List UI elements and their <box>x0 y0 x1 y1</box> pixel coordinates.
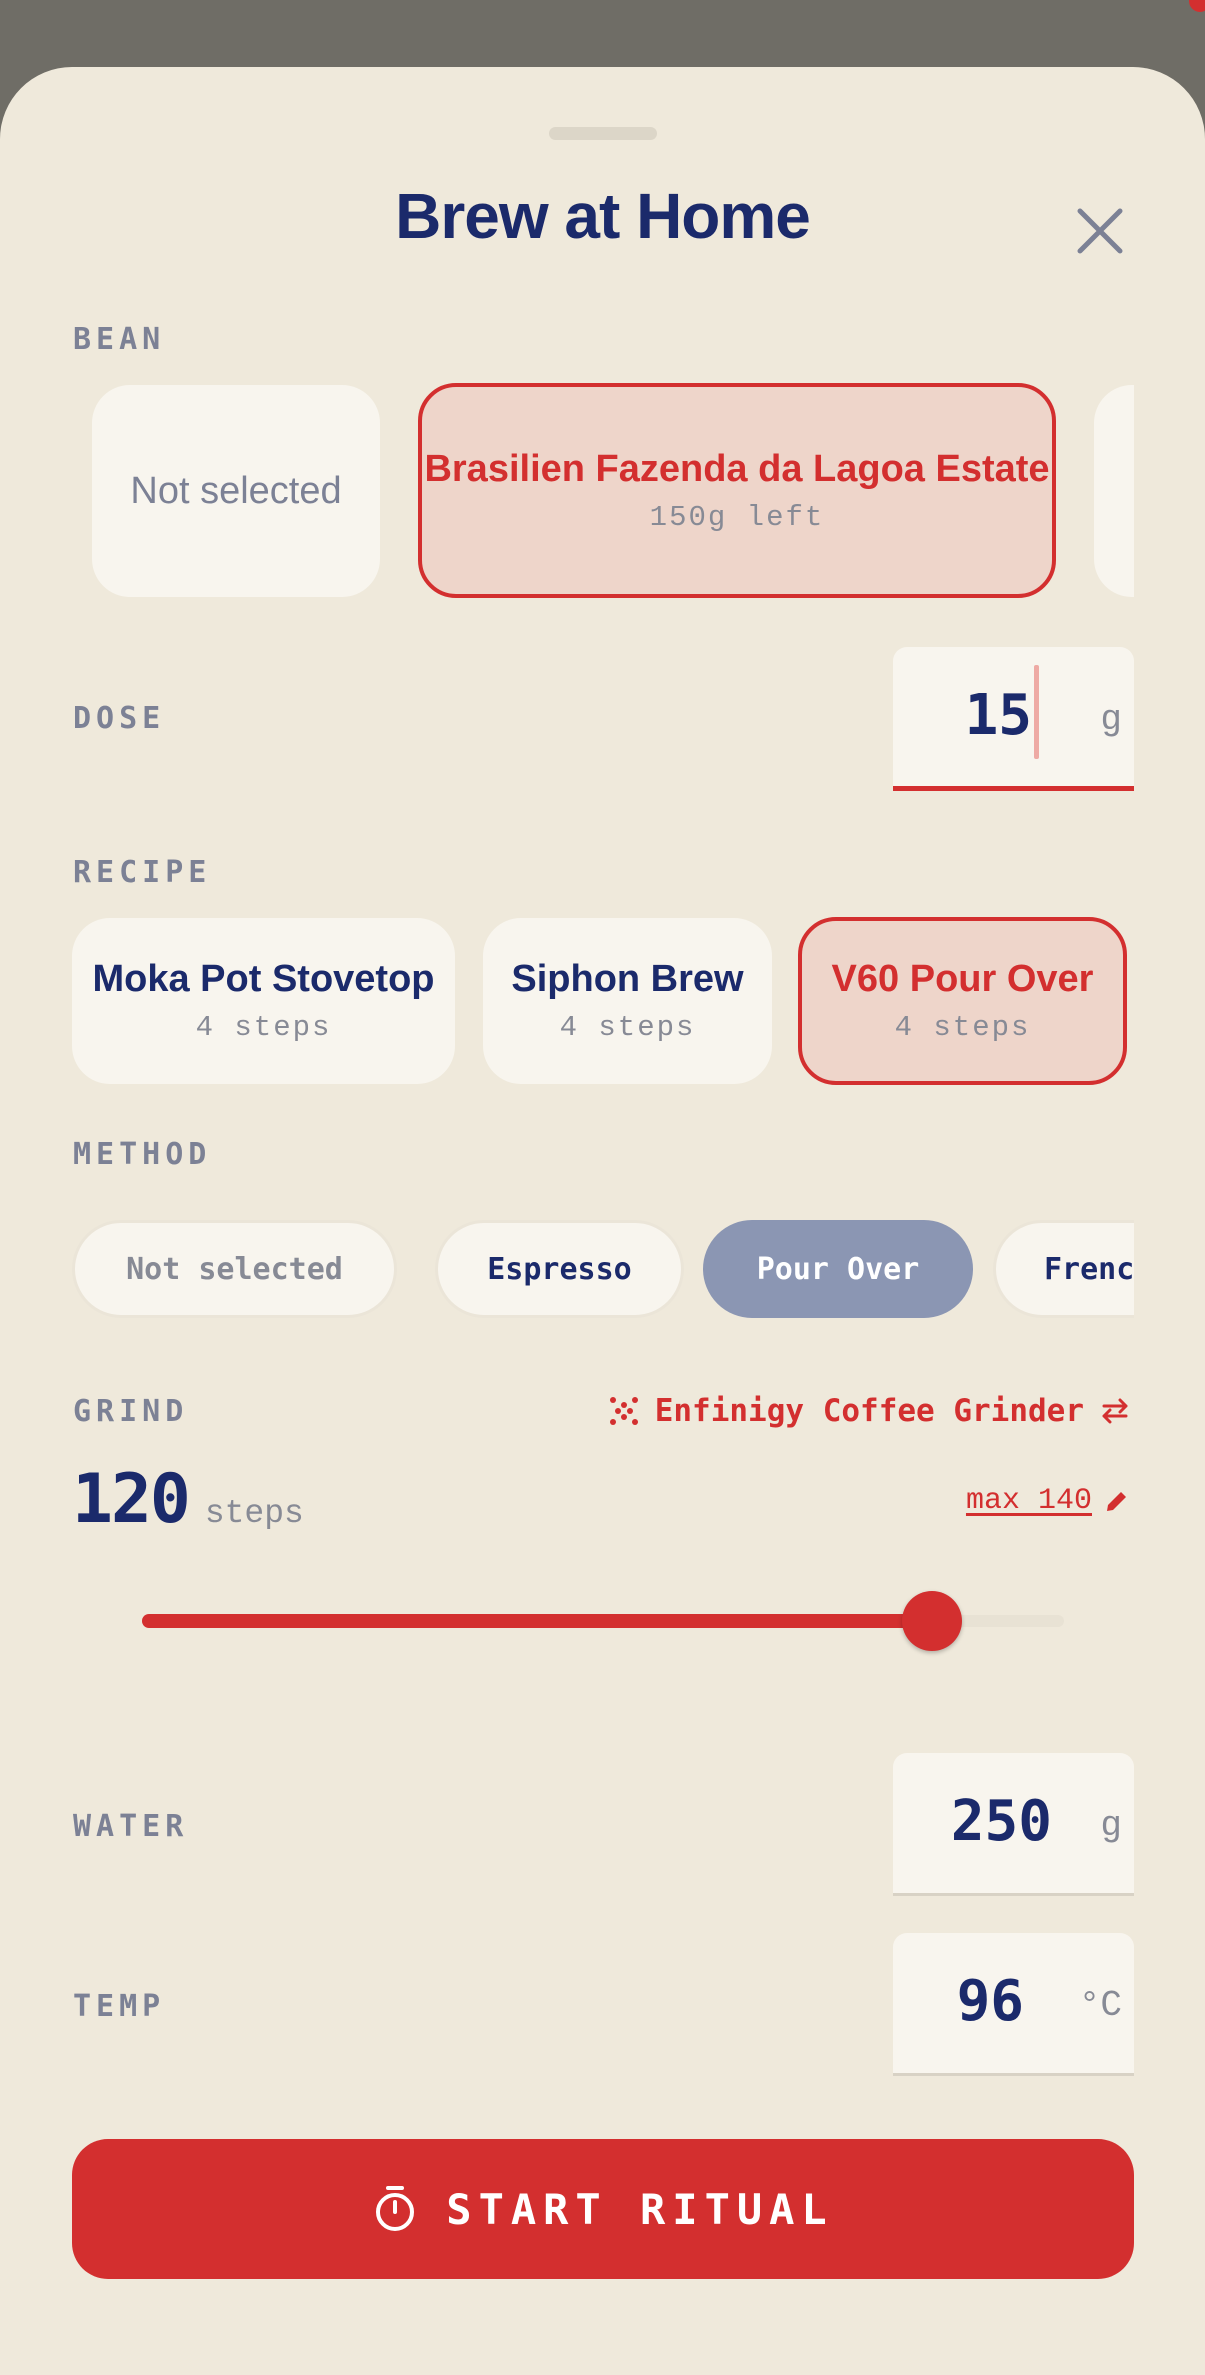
close-icon <box>1077 208 1123 254</box>
grind-slider-fill <box>142 1614 933 1628</box>
grind-max-link[interactable]: max 140 <box>966 1484 1130 1518</box>
recipe-option-v60[interactable]: V60 Pour Over 4 steps <box>798 917 1127 1085</box>
method-overflow: French Press <box>993 1218 1134 1322</box>
method-option-pour-over[interactable]: Pour Over <box>703 1220 973 1318</box>
bean-carousel[interactable]: Not selected Brasilien Fazenda da Lagoa … <box>72 380 1134 602</box>
pencil-icon <box>1107 1492 1126 1511</box>
bean-option-next[interactable] <box>1094 385 1134 597</box>
grind-label: GRIND <box>73 1394 189 1429</box>
swap-icon <box>1102 1398 1128 1424</box>
dose-value: 15 <box>964 683 1032 748</box>
temp-value: 96 <box>956 1969 1024 2034</box>
grind-slider-thumb[interactable] <box>902 1591 963 1651</box>
method-option-none[interactable]: Not selected <box>72 1220 397 1318</box>
bean-option-none[interactable]: Not selected <box>92 385 380 597</box>
water-unit: g <box>1100 1805 1122 1846</box>
grinder-selector[interactable]: Enfinigy Coffee Grinder <box>609 1393 1130 1429</box>
water-input[interactable]: 250 g <box>893 1753 1134 1896</box>
recipe-option-siphon[interactable]: Siphon Brew 4 steps <box>483 918 772 1084</box>
close-button[interactable] <box>1064 195 1136 267</box>
recipe-option-name: V60 Pour Over <box>831 958 1094 1000</box>
bean-option-remaining: 150g left <box>649 500 825 534</box>
grind-readout: 120 steps <box>72 1460 304 1539</box>
grind-max-label: max 140 <box>965 1484 1092 1518</box>
bean-option-label: Not selected <box>130 469 342 512</box>
recipe-option-moka[interactable]: Moka Pot Stovetop 4 steps <box>72 918 455 1084</box>
timer-icon <box>376 2186 415 2231</box>
temp-unit: °C <box>1078 1985 1122 2026</box>
water-value: 250 <box>950 1789 1052 1854</box>
recipe-option-steps: 4 steps <box>559 1011 696 1044</box>
dose-label: DOSE <box>73 701 166 736</box>
temp-input[interactable]: 96 °C <box>893 1933 1134 2076</box>
recipe-option-name: Siphon Brew <box>511 958 744 1000</box>
method-label: METHOD <box>73 1137 212 1172</box>
notification-dot <box>1189 0 1205 12</box>
sheet-title: Brew at Home <box>395 180 811 252</box>
grinder-icon <box>609 1397 638 1425</box>
bean-option-name: Brasilien Fazenda da Lagoa Estate <box>424 447 1050 490</box>
start-ritual-label: START RITUAL <box>446 2184 834 2234</box>
recipe-label: RECIPE <box>73 855 212 890</box>
bean-label: BEAN <box>73 322 166 357</box>
water-label: WATER <box>73 1809 189 1844</box>
dose-input[interactable]: 15 g <box>893 647 1134 791</box>
temp-label: TEMP <box>73 1989 166 2024</box>
recipe-option-steps: 4 steps <box>894 1011 1031 1044</box>
grinder-name: Enfinigy Coffee Grinder <box>654 1393 1084 1429</box>
grind-unit: steps <box>204 1495 304 1532</box>
grind-value: 120 <box>72 1460 191 1539</box>
recipe-option-name: Moka Pot Stovetop <box>92 958 435 1000</box>
method-option-french-press[interactable]: French Press <box>993 1220 1134 1318</box>
bean-option-selected[interactable]: Brasilien Fazenda da Lagoa Estate 150g l… <box>418 383 1056 598</box>
start-ritual-button[interactable]: START RITUAL <box>72 2139 1134 2279</box>
recipe-option-steps: 4 steps <box>195 1011 332 1044</box>
dose-unit: g <box>1100 699 1122 740</box>
method-option-espresso[interactable]: Espresso <box>435 1220 684 1318</box>
drag-handle[interactable] <box>549 127 657 140</box>
text-caret <box>1034 665 1039 759</box>
